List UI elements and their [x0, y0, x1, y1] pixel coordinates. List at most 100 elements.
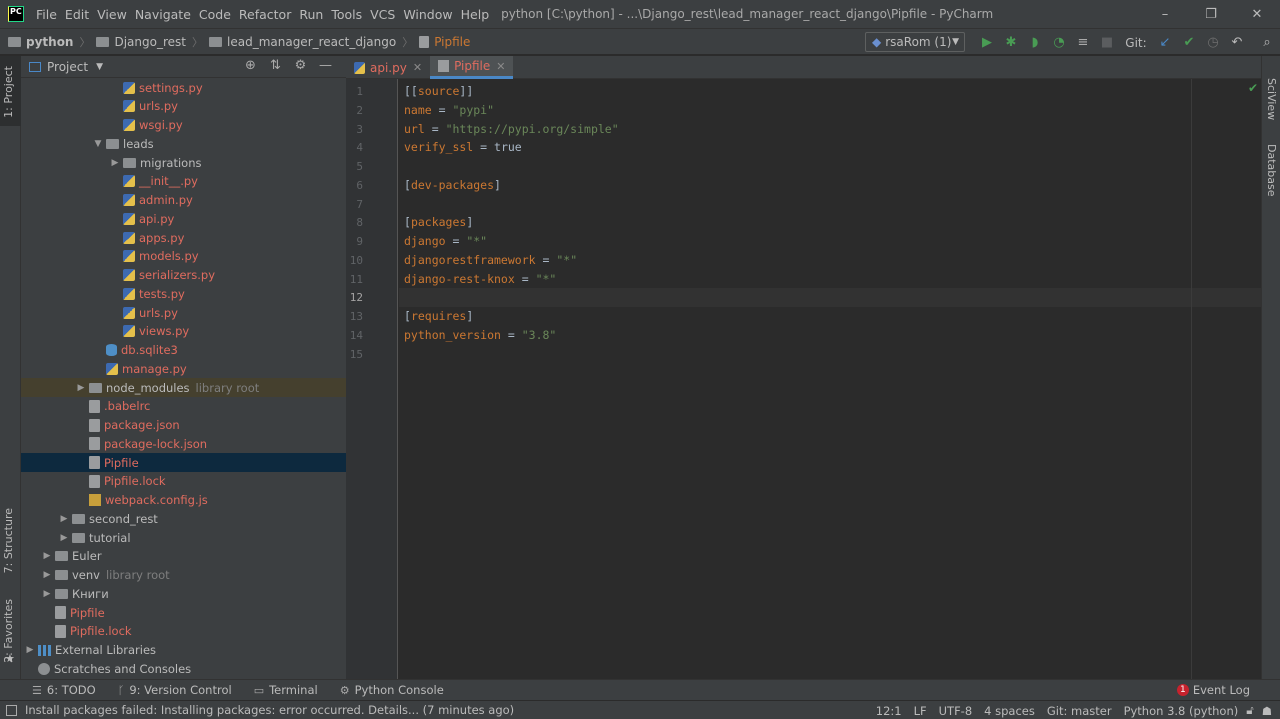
line-separator[interactable]: LF — [914, 704, 927, 718]
code-editor[interactable]: [[source]] name = "pypi" url = "https://py… — [399, 79, 1261, 679]
menu-view[interactable]: View — [93, 7, 131, 22]
tool-tab-terminal[interactable]: ▭ Terminal — [254, 683, 318, 697]
tree-item[interactable]: serializers.py — [21, 266, 346, 285]
tool-tab-project[interactable]: 1: Project — [2, 66, 15, 118]
vcs-commit-icon[interactable]: ✔ — [1177, 35, 1201, 50]
inspector-icon[interactable]: ☗ — [1262, 704, 1272, 718]
tree-item[interactable]: Pipfile — [21, 453, 346, 472]
chevron-down-icon[interactable]: ▼ — [92, 139, 104, 149]
tab-api-py[interactable]: api.py ✕ — [346, 56, 430, 79]
chevron-right-icon[interactable]: ▶ — [58, 533, 70, 543]
tool-tab-version-control[interactable]: ᚴ 9: Version Control — [118, 683, 232, 697]
tree-item[interactable]: ▶ second_rest — [21, 509, 346, 528]
toggle-tool-windows-icon[interactable] — [6, 704, 17, 716]
menu-edit[interactable]: Edit — [61, 7, 93, 22]
vcs-rollback-icon[interactable]: ↶ — [1225, 35, 1249, 50]
caret-position[interactable]: 12:1 — [876, 704, 902, 718]
gear-icon[interactable]: ⚙ — [288, 58, 313, 73]
close-tab-icon[interactable]: ✕ — [413, 61, 422, 74]
tree-item[interactable]: urls.py — [21, 303, 346, 322]
indent-setting[interactable]: 4 spaces — [984, 704, 1035, 718]
menu-refactor[interactable]: Refactor — [235, 7, 295, 22]
close-window-icon[interactable]: ✕ — [1234, 0, 1280, 28]
concurrency-icon[interactable]: ≡ — [1071, 35, 1095, 50]
menu-code[interactable]: Code — [195, 7, 235, 22]
tree-item[interactable]: package-lock.json — [21, 434, 346, 453]
tool-tab-todo[interactable]: ☰ 6: TODO — [32, 683, 96, 697]
hide-icon[interactable]: — — [313, 58, 338, 73]
run-configuration-select[interactable]: ◆ rsaRom (1) ▼ — [865, 32, 965, 52]
tree-item[interactable]: Pipfile — [21, 603, 346, 622]
chevron-right-icon[interactable]: ▶ — [75, 383, 87, 393]
tool-tab-sciview[interactable]: SciView — [1265, 78, 1278, 120]
chevron-right-icon[interactable]: ▶ — [58, 514, 70, 524]
tree-item[interactable]: Scratches and Consoles — [21, 659, 346, 678]
tree-item[interactable]: manage.py — [21, 359, 346, 378]
status-message[interactable]: Install packages failed: Installing pack… — [6, 703, 514, 717]
tree-item[interactable]: apps.py — [21, 228, 346, 247]
tree-item[interactable]: ▶ migrations — [21, 153, 346, 172]
menu-navigate[interactable]: Navigate — [131, 7, 195, 22]
tree-item[interactable]: api.py — [21, 209, 346, 228]
file-encoding[interactable]: UTF-8 — [939, 704, 973, 718]
run-icon[interactable]: ▶ — [975, 35, 999, 50]
breadcrumb-django-rest[interactable]: Django_rest 〉 — [96, 34, 209, 50]
tree-item[interactable]: webpack.config.js — [21, 491, 346, 510]
inspection-ok-icon[interactable]: ✔ — [1248, 81, 1258, 95]
chevron-right-icon[interactable]: ▶ — [109, 158, 121, 168]
debug-icon[interactable]: ✱ — [999, 35, 1023, 50]
menu-run[interactable]: Run — [295, 7, 327, 22]
tree-item[interactable]: ▶ tutorial — [21, 528, 346, 547]
tree-item[interactable]: admin.py — [21, 191, 346, 210]
tree-item[interactable]: ▶ External Libraries — [21, 641, 346, 660]
menu-file[interactable]: File — [32, 7, 61, 22]
tree-item[interactable]: db.sqlite3 — [21, 341, 346, 360]
profile-icon[interactable]: ◔ — [1047, 35, 1071, 50]
tool-tab-database[interactable]: Database — [1265, 144, 1278, 197]
tree-item[interactable]: ▶ venv library root — [21, 566, 346, 585]
tree-item[interactable]: wsgi.py — [21, 116, 346, 135]
lock-icon[interactable]: 🔓︎ — [1246, 703, 1253, 718]
chevron-right-icon[interactable]: ▶ — [41, 589, 53, 599]
restore-icon[interactable]: ❐ — [1188, 0, 1234, 28]
breadcrumb-python[interactable]: python 〉 — [0, 34, 96, 50]
tree-item[interactable]: urls.py — [21, 97, 346, 116]
tree-item[interactable]: .babelrc — [21, 397, 346, 416]
project-view-select[interactable]: Project ▼ — [29, 60, 103, 74]
menu-help[interactable]: Help — [457, 7, 494, 22]
breadcrumb-lead-manager[interactable]: lead_manager_react_django 〉 — [209, 34, 419, 50]
tool-tab-python-console[interactable]: ⚙ Python Console — [340, 683, 444, 697]
close-tab-icon[interactable]: ✕ — [496, 60, 505, 73]
menu-vcs[interactable]: VCS — [366, 7, 399, 22]
tree-item[interactable]: Pipfile.lock — [21, 622, 346, 641]
vcs-history-icon[interactable]: ◷ — [1201, 35, 1225, 50]
breadcrumb-pipfile[interactable]: Pipfile — [419, 35, 470, 49]
tree-item[interactable]: ▶ node_modules library root — [21, 378, 346, 397]
tree-item[interactable]: Pipfile.lock — [21, 472, 346, 491]
chevron-right-icon[interactable]: ▶ — [41, 570, 53, 580]
python-interpreter[interactable]: Python 3.8 (python) — [1124, 704, 1239, 718]
tree-item[interactable]: tests.py — [21, 284, 346, 303]
event-log-button[interactable]: 1 Event Log — [1176, 683, 1250, 697]
search-icon[interactable]: ⌕ — [1255, 35, 1279, 50]
chevron-right-icon[interactable]: ▶ — [41, 551, 53, 561]
tree-item[interactable]: views.py — [21, 322, 346, 341]
locate-icon[interactable]: ⊕ — [238, 58, 263, 73]
coverage-icon[interactable]: ◗ — [1023, 35, 1047, 50]
tree-item[interactable]: ▶ Книги — [21, 584, 346, 603]
tab-pipfile[interactable]: Pipfile ✕ — [430, 56, 514, 79]
menu-tools[interactable]: Tools — [327, 7, 366, 22]
tree-item[interactable]: models.py — [21, 247, 346, 266]
stop-icon[interactable]: ■ — [1095, 35, 1119, 50]
menu-window[interactable]: Window — [399, 7, 456, 22]
minimize-icon[interactable]: – — [1142, 0, 1188, 28]
tree-item[interactable]: ▼ leads — [21, 134, 346, 153]
vcs-update-icon[interactable]: ↙ — [1153, 35, 1177, 50]
git-branch[interactable]: Git: master — [1047, 704, 1112, 718]
tree-item[interactable]: ▶ Euler — [21, 547, 346, 566]
tree-item[interactable]: settings.py — [21, 78, 346, 97]
collapse-all-icon[interactable]: ⇅ — [263, 58, 288, 73]
tree-item[interactable]: package.json — [21, 416, 346, 435]
chevron-right-icon[interactable]: ▶ — [24, 645, 36, 655]
tree-item[interactable]: __init__.py — [21, 172, 346, 191]
